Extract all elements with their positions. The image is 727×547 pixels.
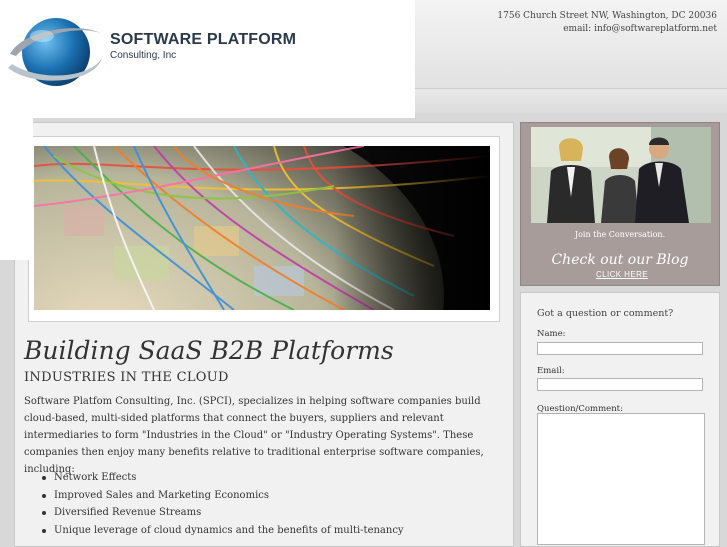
list-item: Diversified Revenue Streams: [24, 504, 404, 522]
name-field[interactable]: [537, 342, 703, 355]
list-item: Unique leverage of cloud dynamics and th…: [24, 522, 404, 540]
join-conversation-text: Join the Conversation.: [574, 230, 666, 239]
blog-click-here-link[interactable]: CLICK HERE: [520, 270, 724, 279]
page-subheadline: INDUSTRIES IN THE CLOUD: [24, 370, 229, 385]
email-text[interactable]: email: info@softwareplatform.net: [497, 23, 717, 36]
business-people-photo: [531, 127, 711, 223]
list-item: Improved Sales and Marketing Economics: [24, 487, 404, 505]
email-field[interactable]: [537, 378, 703, 391]
globe-swoosh-logo-icon[interactable]: [4, 8, 104, 92]
email-label: Email:: [537, 366, 565, 376]
blog-cta-heading: Check out our Blog: [551, 252, 689, 268]
list-item: Network Effects: [24, 469, 404, 487]
address-text: 1756 Church Street NW, Washington, DC 20…: [497, 11, 717, 21]
contact-info: 1756 Church Street NW, Washington, DC 20…: [497, 10, 717, 36]
name-label: Name:: [537, 329, 566, 339]
logo-panel-extension: [0, 118, 33, 260]
form-title: Got a question or comment?: [537, 308, 674, 319]
logo-title: SOFTWARE PLATFORM: [110, 31, 297, 48]
intro-paragraph: Software Platfom Consulting, Inc. (SPCI)…: [24, 396, 484, 475]
page-headline: Building SaaS B2B Platforms: [24, 336, 394, 365]
question-comment-field[interactable]: [537, 413, 705, 545]
benefits-list: Network Effects Improved Sales and Marke…: [24, 469, 404, 539]
logo-subtitle: Consulting, Inc: [110, 50, 177, 61]
globe-cables-banner: [34, 146, 490, 310]
